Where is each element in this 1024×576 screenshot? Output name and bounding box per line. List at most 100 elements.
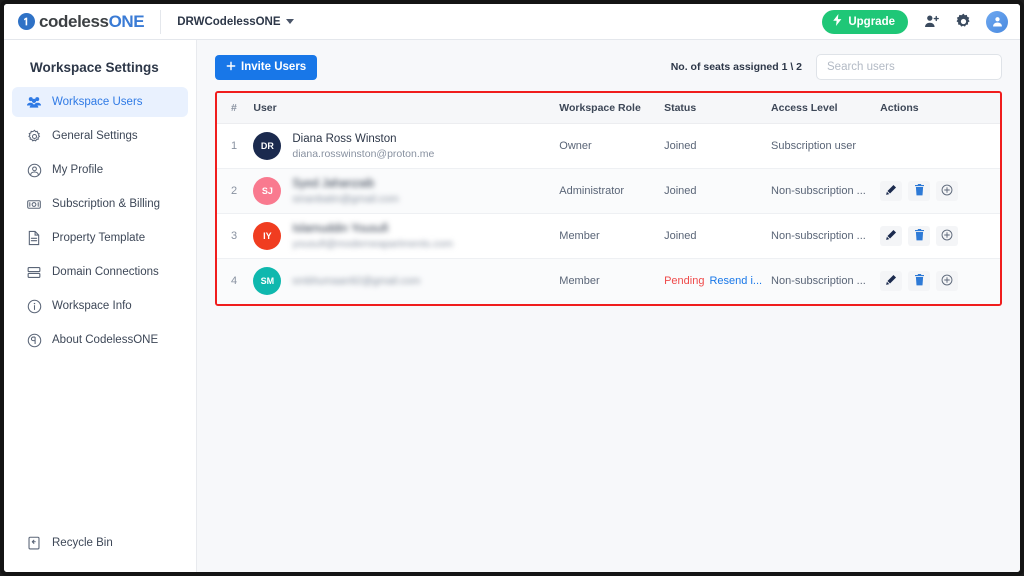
user-identity-redacted: Syed Jahanzaib sinanbatin@gmail.com — [292, 177, 398, 206]
add-access-button[interactable] — [936, 271, 959, 292]
user-identity-redacted: smbhumaan92@gmail.com — [292, 274, 420, 288]
gear-icon[interactable] — [954, 13, 972, 31]
table-header-row: # User Workspace Role Status Access Leve… — [217, 93, 1000, 124]
status-text: Joined — [664, 140, 697, 152]
app-logo-text: codelessONE — [39, 11, 145, 32]
column-header-actions: Actions — [880, 93, 1000, 124]
table-row[interactable]: 1 DR Diana Ross Winston diana.rosswinsto… — [217, 123, 1000, 169]
sidebar-item-label: About CodelessONE — [52, 334, 159, 346]
invite-users-button[interactable]: Invite Users — [215, 54, 318, 80]
sidebar-item-workspace-info[interactable]: Workspace Info — [12, 291, 188, 321]
workspace-selector-label: DRWCodelessONE — [177, 15, 281, 28]
codeless-one-logo-icon — [18, 13, 35, 30]
row-user: DR Diana Ross Winston diana.rosswinston@… — [253, 123, 560, 169]
user-name: Islamuddin Yousufi — [292, 222, 389, 235]
column-header-status: Status — [664, 93, 772, 124]
sidebar-item-recycle-bin[interactable]: Recycle Bin — [12, 528, 188, 558]
row-actions — [880, 213, 1000, 259]
plus-icon — [226, 61, 236, 74]
app-logo[interactable]: codelessONE — [18, 11, 145, 32]
row-index: 3 — [217, 213, 254, 259]
delete-trash-icon — [914, 273, 925, 289]
column-header-index: # — [217, 93, 254, 124]
row-access: Non-subscription ... — [771, 213, 881, 259]
user-avatar-icon[interactable] — [986, 10, 1008, 33]
sidebar-item-my-profile[interactable]: My Profile — [12, 155, 188, 185]
sidebar-item-label: Domain Connections — [52, 266, 159, 278]
delete-trash-icon — [914, 228, 925, 244]
add-person-icon[interactable] — [922, 13, 940, 31]
delete-user-button[interactable] — [908, 181, 931, 201]
row-role: Member — [559, 258, 665, 304]
money-bill-icon — [26, 196, 42, 212]
row-access: Subscription user — [771, 123, 881, 169]
row-actions — [880, 258, 1000, 304]
row-actions — [880, 168, 1000, 214]
row-access: Non-subscription ... — [771, 168, 881, 214]
sidebar-item-subscription-billing[interactable]: Subscription & Billing — [12, 189, 188, 219]
avatar: SM — [253, 267, 282, 296]
user-email: sinanbatin@gmail.com — [292, 192, 399, 205]
user-name: Diana Ross Winston — [292, 132, 397, 145]
resend-invite-link[interactable]: Resend i... — [709, 275, 762, 287]
sidebar-item-label: Property Template — [52, 232, 146, 244]
sidebar-item-workspace-users[interactable]: Workspace Users — [12, 87, 188, 117]
user-name: Syed Jahanzaib — [292, 177, 375, 190]
search-input[interactable] — [816, 54, 1002, 80]
row-access: Non-subscription ... — [771, 258, 881, 304]
edit-user-button[interactable] — [880, 226, 903, 246]
edit-pencil-icon — [885, 274, 897, 289]
row-user: SJ Syed Jahanzaib sinanbatin@gmail.com — [253, 168, 560, 214]
edit-user-button[interactable] — [880, 181, 903, 201]
avatar-initials: DR — [260, 141, 274, 151]
document-icon — [26, 230, 42, 246]
table-row[interactable]: 4 SM smbhumaan92@gmail.com Member Pendin… — [217, 258, 1000, 304]
delete-user-button[interactable] — [908, 271, 931, 292]
recycle-bin-icon — [26, 535, 42, 551]
delete-trash-icon — [914, 183, 925, 199]
sidebar-item-general-settings[interactable]: General Settings — [12, 121, 188, 151]
column-header-role: Workspace Role — [559, 93, 665, 124]
row-status: Joined — [664, 168, 772, 214]
sidebar-item-property-template[interactable]: Property Template — [12, 223, 188, 253]
avatar: SJ — [253, 177, 282, 205]
column-header-user: User — [253, 93, 560, 124]
upgrade-button-label: Upgrade — [848, 15, 895, 28]
sidebar-item-domain-connections[interactable]: Domain Connections — [12, 257, 188, 287]
delete-user-button[interactable] — [908, 226, 931, 246]
sidebar-item-label: Subscription & Billing — [52, 198, 161, 210]
status-badge: Pending — [664, 275, 705, 288]
chevron-down-icon — [285, 19, 294, 24]
table-row[interactable]: 2 SJ Syed Jahanzaib sinanbatin@gmail.com — [217, 168, 1000, 214]
user-identity-redacted: Islamuddin Yousufi yousufi@moderneapartm… — [292, 222, 453, 251]
sidebar-item-label: Workspace Info — [52, 300, 132, 312]
sidebar: Workspace Settings Workspace Users Gener… — [4, 40, 197, 572]
logo-text-secondary: ONE — [108, 11, 145, 31]
row-index: 1 — [217, 123, 254, 169]
edit-pencil-icon — [885, 184, 897, 199]
user-circle-icon — [26, 162, 42, 178]
main-content: Invite Users No. of seats assigned 1 \ 2… — [197, 40, 1020, 572]
seats-assigned-label: No. of seats assigned 1 \ 2 — [670, 61, 802, 73]
sidebar-item-label: Workspace Users — [52, 96, 143, 108]
upgrade-button[interactable]: Upgrade — [822, 9, 908, 34]
edit-user-button[interactable] — [880, 271, 903, 292]
avatar-initials: SM — [260, 276, 275, 287]
invite-users-button-label: Invite Users — [241, 61, 307, 73]
workspace-users-table-highlight: # User Workspace Role Status Access Leve… — [215, 91, 1002, 306]
users-toolbar: Invite Users No. of seats assigned 1 \ 2 — [215, 54, 1002, 80]
add-access-button[interactable] — [936, 181, 959, 201]
status-text: Joined — [664, 230, 697, 242]
user-email: diana.rosswinston@proton.me — [292, 147, 435, 160]
row-user: SM smbhumaan92@gmail.com — [253, 258, 560, 304]
table-row[interactable]: 3 IY Islamuddin Yousufi yousufi@modernea… — [217, 213, 1000, 259]
about-badge-icon — [26, 332, 42, 348]
add-access-button[interactable] — [936, 226, 959, 246]
sidebar-item-about-codelessone[interactable]: About CodelessONE — [12, 325, 188, 355]
row-actions — [880, 123, 1000, 169]
users-group-icon — [26, 94, 42, 110]
row-role: Owner — [559, 123, 665, 169]
row-status: Joined — [664, 123, 772, 169]
workspace-selector[interactable]: DRWCodelessONE — [177, 15, 294, 28]
